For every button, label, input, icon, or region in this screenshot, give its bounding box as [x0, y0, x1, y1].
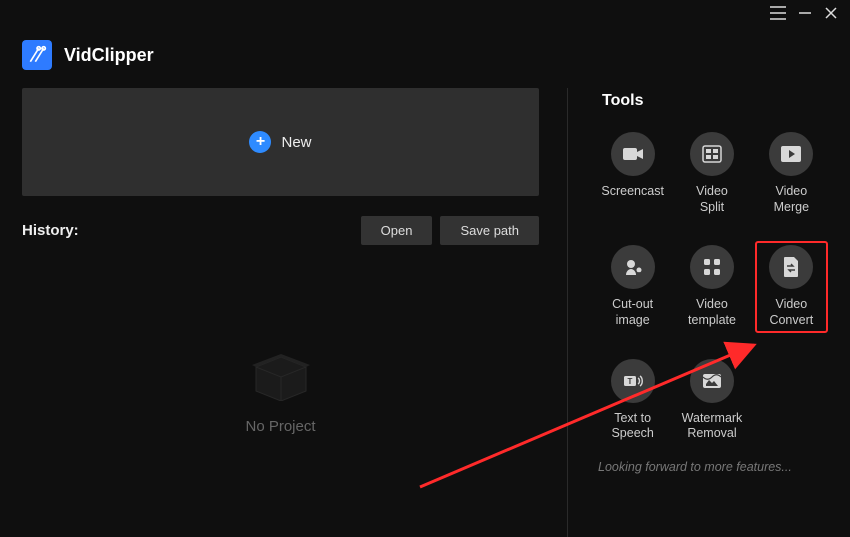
- tts-icon: T: [611, 359, 655, 403]
- tool-cut-out-image[interactable]: Cut-out image: [596, 241, 669, 332]
- history-label: History:: [22, 222, 79, 239]
- tool-video-merge[interactable]: Video Merge: [755, 128, 828, 219]
- split-icon: [690, 132, 734, 176]
- tool-label: Video Convert: [769, 297, 813, 328]
- vertical-divider: [567, 88, 568, 537]
- tool-video-template[interactable]: Video template: [675, 241, 748, 332]
- empty-history-label: No Project: [245, 418, 315, 435]
- open-button[interactable]: Open: [361, 216, 433, 245]
- minimize-icon[interactable]: [798, 6, 812, 24]
- app-logo: [22, 40, 52, 70]
- tool-label: Cut-out image: [612, 297, 653, 328]
- tool-screencast[interactable]: Screencast: [596, 128, 669, 219]
- tool-label: Text to Speech: [611, 411, 653, 442]
- more-features-text: Looking forward to more features...: [596, 460, 828, 474]
- tool-label: Video Merge: [774, 184, 809, 215]
- tool-video-split[interactable]: Video Split: [675, 128, 748, 219]
- convert-icon: [769, 245, 813, 289]
- camera-icon: [611, 132, 655, 176]
- tool-label: Video template: [688, 297, 736, 328]
- empty-history: No Project: [22, 245, 539, 537]
- cutout-icon: [611, 245, 655, 289]
- tool-video-convert[interactable]: Video Convert: [755, 241, 828, 332]
- tool-label: Screencast: [601, 184, 664, 200]
- tool-label: Video Split: [696, 184, 728, 215]
- svg-text:T: T: [627, 377, 632, 386]
- template-icon: [690, 245, 734, 289]
- play-icon: [769, 132, 813, 176]
- tool-text-to-speech[interactable]: T Text to Speech: [596, 355, 669, 446]
- new-label: New: [281, 134, 311, 151]
- empty-box-icon: [246, 347, 316, 406]
- save-path-button[interactable]: Save path: [440, 216, 539, 245]
- plus-icon: +: [249, 131, 271, 153]
- tool-label: Watermark Removal: [682, 411, 743, 442]
- app-title: VidClipper: [64, 45, 154, 66]
- close-icon[interactable]: [824, 6, 838, 24]
- watermark-icon: [690, 359, 734, 403]
- menu-icon[interactable]: [770, 6, 786, 24]
- tool-watermark-removal[interactable]: Watermark Removal: [675, 355, 748, 446]
- new-project-button[interactable]: + New: [22, 88, 539, 196]
- tools-title: Tools: [602, 92, 828, 110]
